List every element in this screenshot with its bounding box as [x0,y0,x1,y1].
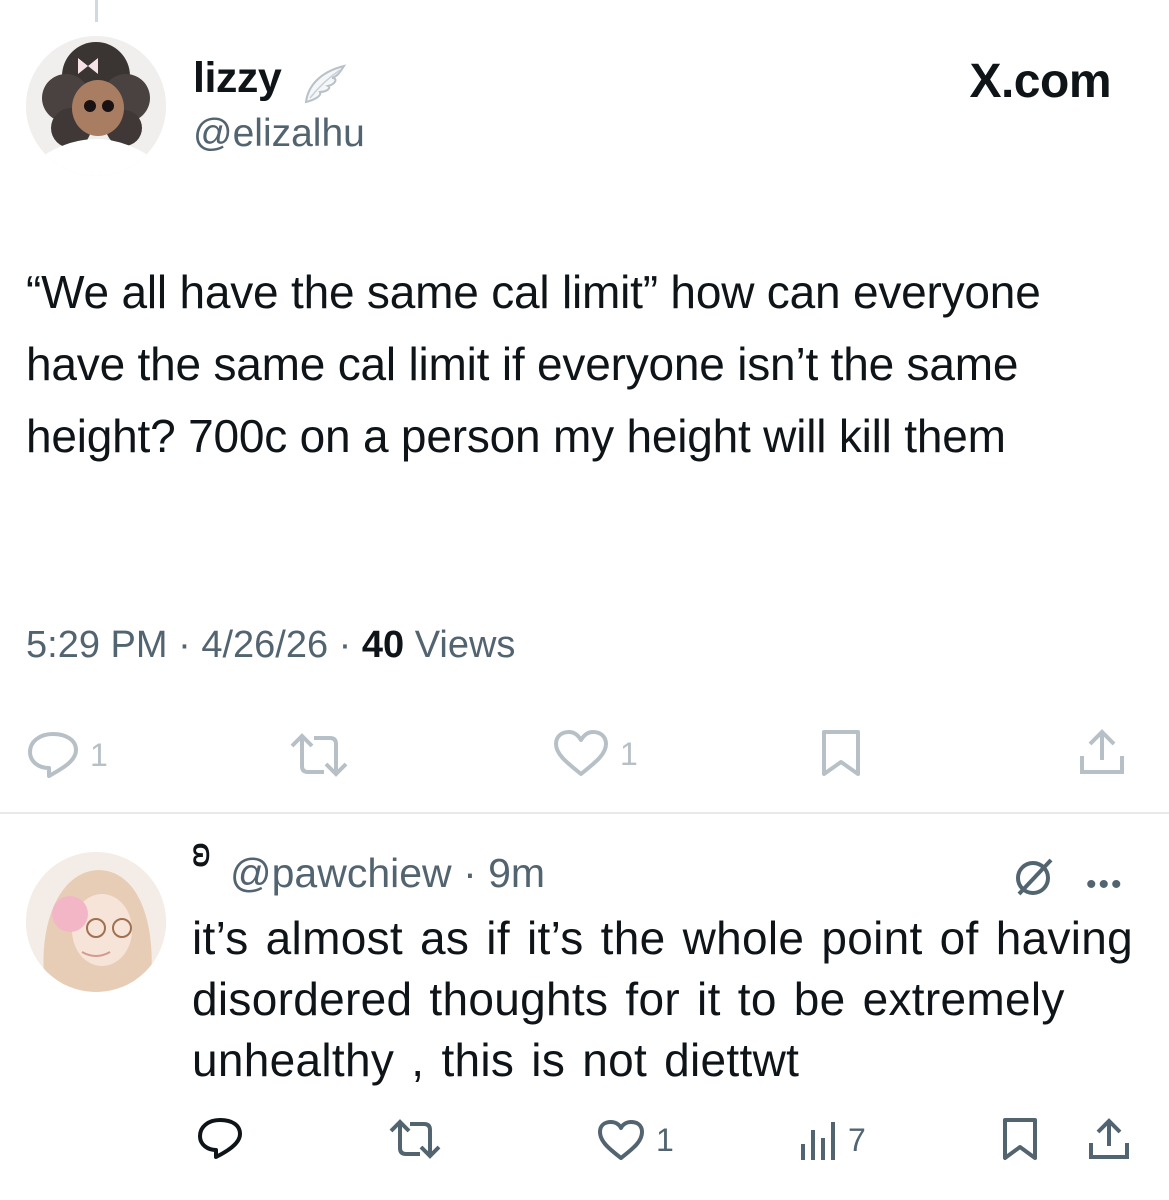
author-avatar[interactable] [26,36,166,176]
bookmark-button[interactable] [818,728,864,778]
reply-views-button[interactable]: 7 [798,1118,866,1162]
meta-separator: · [178,624,191,666]
reply-handle[interactable]: @pawchiew [230,850,452,896]
reply-author-meta: @pawchiew · 9m [230,850,545,897]
views-label[interactable]: Views [415,624,516,666]
reply-time[interactable]: 9m [488,850,545,896]
share-icon [1086,1116,1132,1162]
repost-icon [386,1118,444,1160]
post-time[interactable]: 5:29 PM [26,624,168,666]
reply-badge: ɷ [186,842,220,868]
views-icon [798,1118,838,1162]
author-handle[interactable]: @elizalhu [193,112,365,156]
reply-icon [196,1116,244,1160]
views-count: 40 [361,624,405,666]
reply-like-count: 1 [656,1121,674,1158]
meta-separator: · [463,850,477,896]
share-icon [1076,726,1128,778]
divider [0,812,1169,814]
reply-like-button[interactable]: 1 [596,1118,674,1162]
like-count: 1 [620,735,638,772]
reply-count: 1 [90,736,108,773]
post-date[interactable]: 4/26/26 [201,624,328,666]
grok-icon[interactable] [1013,856,1055,898]
repost-icon [286,732,352,778]
reply-icon [26,730,80,780]
reply-share-button[interactable] [1086,1116,1132,1162]
like-button[interactable]: 1 [552,728,638,780]
wing-icon [300,62,348,106]
share-button[interactable] [1076,726,1128,778]
site-label: X.com [969,55,1111,108]
reply-button[interactable]: 1 [26,730,108,780]
reply-repost-button[interactable] [386,1118,444,1160]
bookmark-icon [1000,1116,1040,1162]
reply-views-count: 7 [848,1121,866,1158]
like-icon [552,728,610,780]
reply-bookmark-button[interactable] [1000,1116,1040,1162]
post-meta: 5:29 PM · 4/26/26 · 40 Views [26,624,515,667]
reply-reply-button[interactable] [196,1116,244,1160]
post-text: “We all have the same cal limit” how can… [26,266,1041,462]
thread-connector-line [95,0,98,22]
more-icon[interactable]: ••• [1086,868,1124,902]
repost-button[interactable] [286,732,352,778]
bookmark-icon [818,728,864,778]
reply-text: it’s almost as if it’s the whole point o… [192,912,1134,1086]
reply-author-avatar[interactable] [26,852,166,992]
like-icon [596,1118,646,1162]
author-display-name[interactable]: lizzy [193,54,282,103]
meta-separator: · [338,624,352,666]
